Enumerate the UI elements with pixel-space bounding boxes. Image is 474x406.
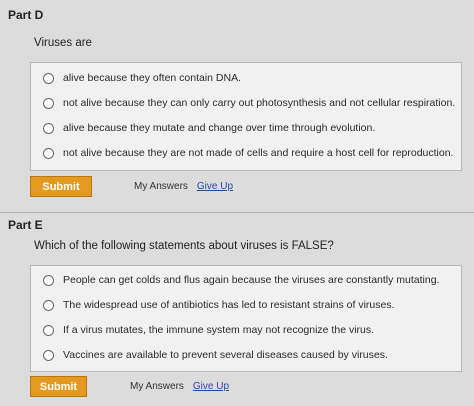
part-e-label: Part E: [8, 218, 43, 232]
part-e-option-1[interactable]: People can get colds and flus again beca…: [43, 270, 461, 290]
option-text: The widespread use of antibiotics has le…: [63, 299, 395, 311]
part-d-question: Viruses are: [34, 37, 92, 49]
part-e-links: My Answers Give Up: [130, 381, 229, 392]
radio-button[interactable]: [43, 274, 54, 286]
part-d-submit-button[interactable]: Submit: [30, 176, 92, 197]
part-d-option-1[interactable]: alive because they often contain DNA.: [43, 68, 461, 88]
option-text: alive because they mutate and change ove…: [63, 122, 376, 134]
part-e-option-3[interactable]: If a virus mutates, the immune system ma…: [43, 320, 461, 340]
radio-button[interactable]: [43, 349, 54, 361]
part-e-option-2[interactable]: The widespread use of antibiotics has le…: [43, 295, 461, 315]
option-text: People can get colds and flus again beca…: [63, 274, 440, 286]
part-d-label: Part D: [8, 8, 44, 22]
part-d-options-box: alive because they often contain DNA. no…: [30, 62, 462, 171]
part-d-links: My Answers Give Up: [134, 181, 233, 192]
radio-button[interactable]: [43, 147, 54, 159]
radio-button[interactable]: [43, 97, 54, 109]
option-text: If a virus mutates, the immune system ma…: [63, 324, 375, 336]
radio-button[interactable]: [43, 324, 54, 336]
radio-button[interactable]: [43, 299, 54, 311]
option-text: Vaccines are available to prevent severa…: [63, 349, 388, 361]
option-text: not alive because they can only carry ou…: [63, 97, 456, 109]
option-text: alive because they often contain DNA.: [63, 72, 242, 84]
part-e-option-4[interactable]: Vaccines are available to prevent severa…: [43, 345, 461, 365]
option-text: not alive because they are not made of c…: [63, 147, 454, 159]
give-up-link[interactable]: Give Up: [193, 381, 229, 392]
radio-button[interactable]: [43, 122, 54, 134]
part-e-options-box: People can get colds and flus again beca…: [30, 265, 462, 372]
part-e-question: Which of the following statements about …: [34, 240, 334, 252]
part-d-option-3[interactable]: alive because they mutate and change ove…: [43, 118, 461, 138]
part-d-option-2[interactable]: not alive because they can only carry ou…: [43, 93, 461, 113]
part-e-submit-button[interactable]: Submit: [30, 376, 87, 397]
my-answers-link[interactable]: My Answers: [130, 381, 184, 392]
section-divider: [0, 212, 474, 213]
give-up-link[interactable]: Give Up: [197, 181, 233, 192]
my-answers-link[interactable]: My Answers: [134, 181, 188, 192]
radio-button[interactable]: [43, 72, 54, 84]
part-d-option-4[interactable]: not alive because they are not made of c…: [43, 143, 461, 163]
